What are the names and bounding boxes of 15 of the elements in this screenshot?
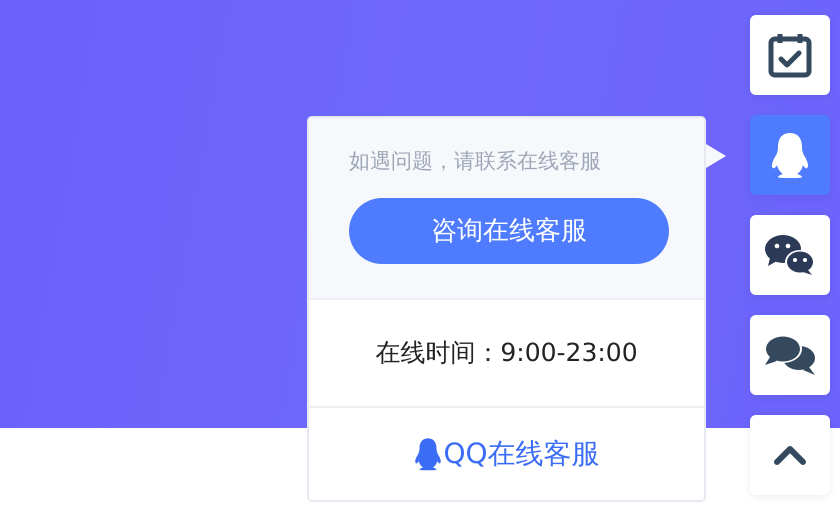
hours-text: 在线时间：9:00-23:00	[375, 337, 638, 370]
penguin-icon	[413, 437, 444, 471]
calendar-check-icon	[768, 32, 812, 78]
wechat-icon	[764, 234, 816, 276]
back-to-top-button[interactable]	[750, 415, 830, 495]
penguin-icon	[770, 131, 810, 179]
qq-service-link[interactable]: QQ在线客服	[413, 433, 600, 475]
chat-button[interactable]	[750, 315, 830, 395]
consult-button[interactable]: 咨询在线客服	[349, 198, 669, 264]
hint-text: 如遇问题，请联系在线客服	[349, 148, 602, 175]
chat-bubbles-icon	[763, 334, 817, 376]
qq-button[interactable]	[750, 115, 830, 195]
chevron-up-icon	[774, 445, 806, 465]
calendar-button[interactable]	[750, 15, 830, 95]
wechat-button[interactable]	[750, 215, 830, 295]
